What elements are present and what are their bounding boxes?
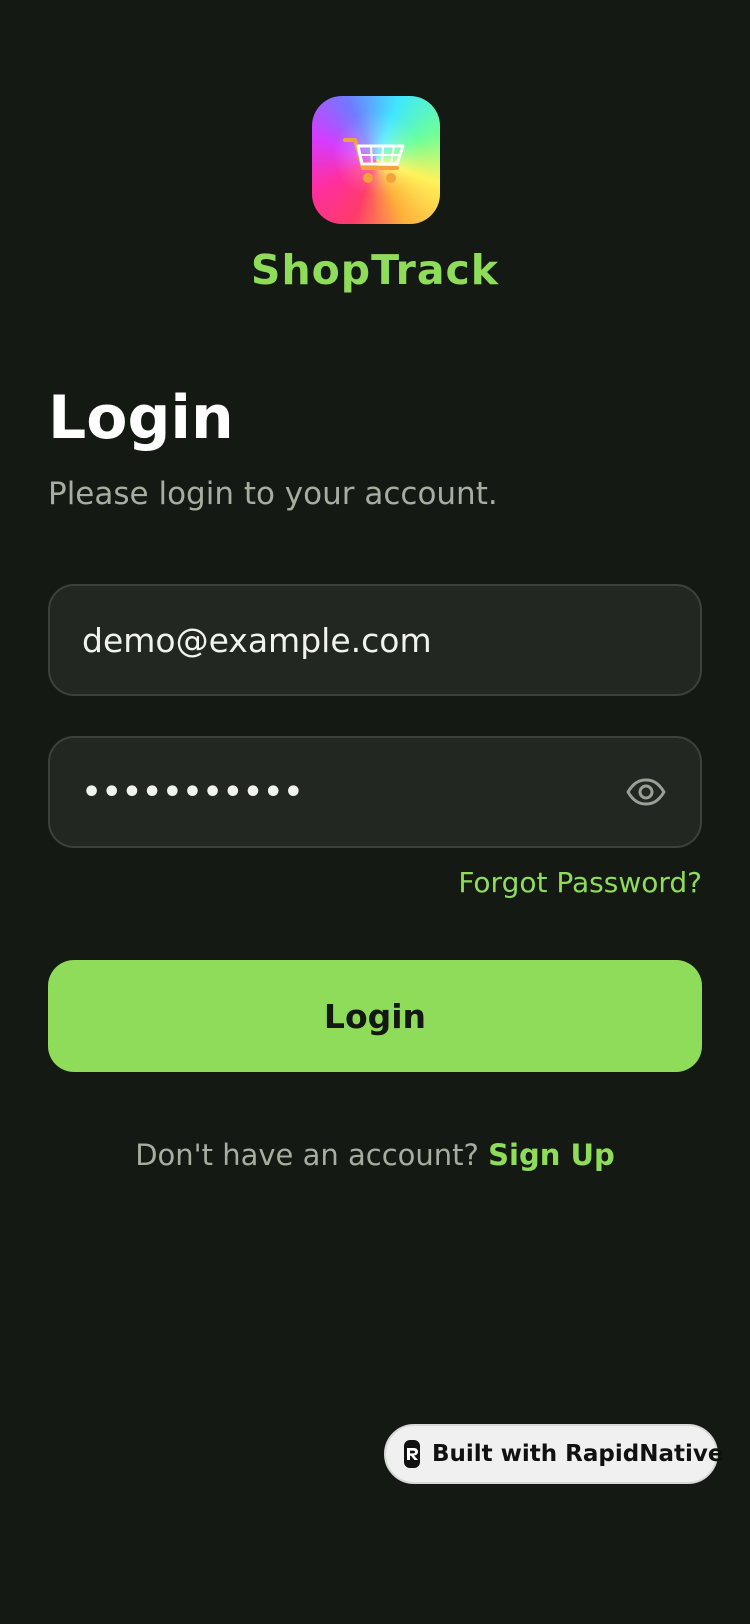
forgot-password-link[interactable]: Forgot Password?	[458, 866, 702, 899]
signup-link[interactable]: Sign Up	[488, 1138, 615, 1172]
login-screen: ShopTrack Login Please login to your acc…	[0, 0, 750, 1624]
password-value: •••••••••••	[82, 774, 304, 810]
rapidnative-logo-icon	[404, 1440, 420, 1468]
password-field[interactable]: •••••••••••	[48, 736, 702, 848]
app-logo	[312, 96, 440, 224]
login-button[interactable]: Login	[48, 960, 702, 1072]
email-value: demo@example.com	[82, 620, 432, 660]
signup-prompt: Don't have an account? Sign Up	[0, 1138, 750, 1172]
app-name: ShopTrack	[250, 246, 500, 294]
signup-prompt-text: Don't have an account?	[135, 1138, 489, 1172]
page-title: Login	[48, 383, 234, 453]
shopping-cart-icon	[343, 138, 405, 183]
page-subtitle: Please login to your account.	[48, 476, 498, 512]
built-with-label: Built with RapidNative	[432, 1441, 724, 1467]
built-with-badge[interactable]: Built with RapidNative	[384, 1424, 723, 1484]
email-field[interactable]: demo@example.com	[48, 584, 702, 696]
eye-icon[interactable]	[624, 776, 668, 808]
